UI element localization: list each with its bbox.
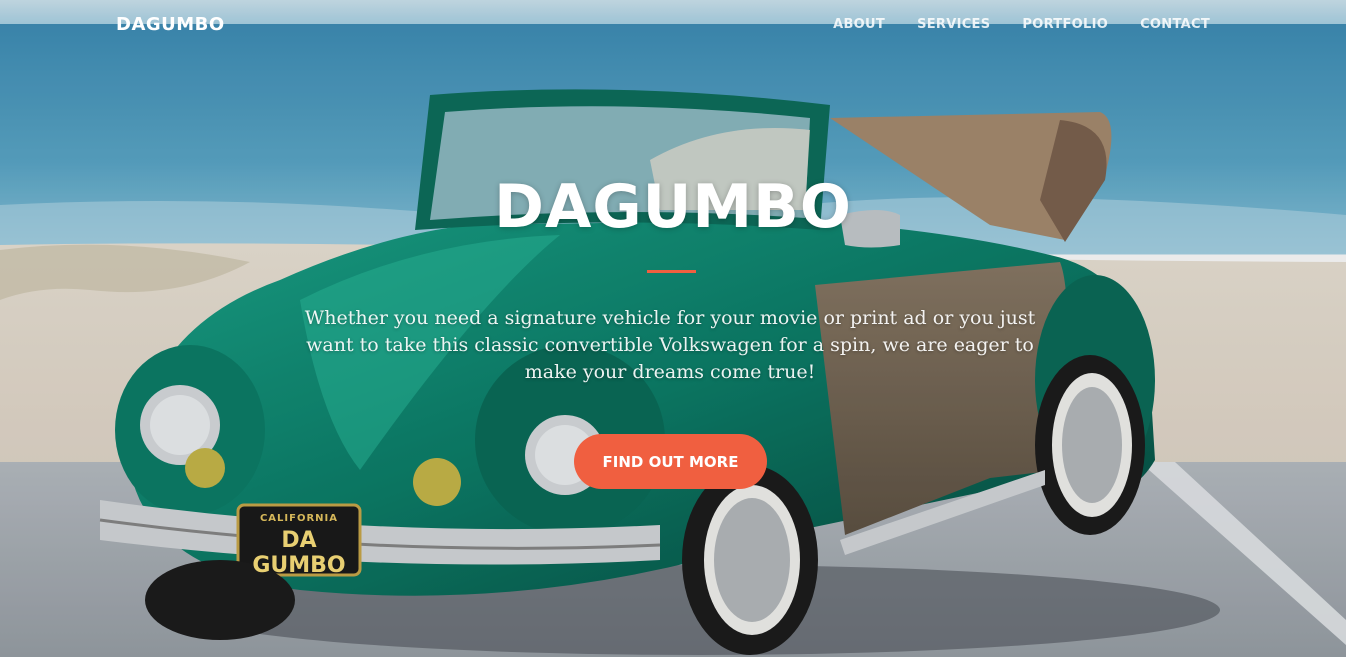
nav-link-about[interactable]: ABOUT — [833, 17, 885, 32]
hero-description: Whether you need a signature vehicle for… — [304, 307, 1036, 383]
nav-link-services[interactable]: SERVICES — [917, 17, 990, 32]
plate-number-text: DA GUMBO — [252, 528, 346, 578]
hero-title: DAGUMBO — [494, 172, 852, 242]
find-out-more-button[interactable]: FIND OUT MORE — [574, 434, 767, 489]
nav-link-contact[interactable]: CONTACT — [1140, 17, 1210, 32]
nav-link-portfolio[interactable]: PORTFOLIO — [1022, 17, 1108, 32]
top-navbar: DAGUMBO ABOUT SERVICES PORTFOLIO CONTACT — [0, 0, 1346, 52]
nav-links: ABOUT SERVICES PORTFOLIO CONTACT — [801, 17, 1210, 32]
license-plate: CALIFORNIA DA GUMBO — [238, 505, 360, 578]
title-divider — [647, 270, 696, 273]
brand-logo-link[interactable]: DAGUMBO — [116, 14, 225, 35]
hero-section: CALIFORNIA DA GUMBO DAGUMBO ABOUT SERVIC… — [0, 0, 1346, 657]
plate-state-text: CALIFORNIA — [259, 513, 339, 524]
